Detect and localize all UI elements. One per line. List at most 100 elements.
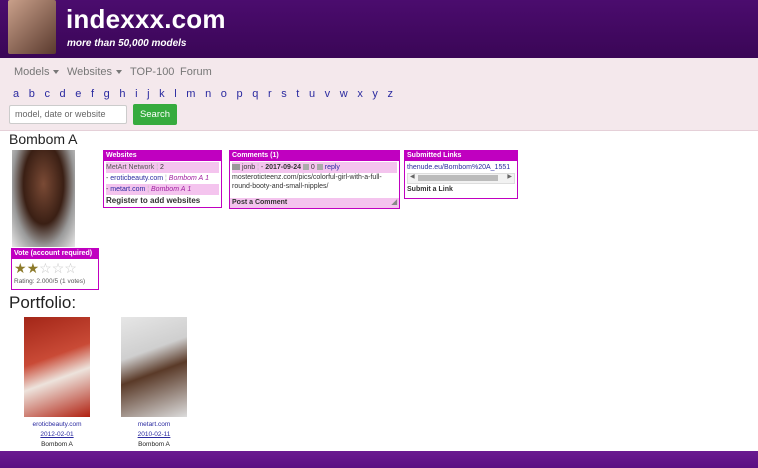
letter-link[interactable]: l bbox=[174, 88, 176, 100]
submit-link[interactable]: Submit a Link bbox=[407, 184, 515, 195]
nav-forum[interactable]: Forum bbox=[180, 66, 212, 78]
site-tagline: more than 50,000 models bbox=[67, 38, 187, 49]
register-link[interactable]: Register to add websites bbox=[106, 195, 219, 206]
portfolio-date[interactable]: 2010-02-11 bbox=[109, 431, 199, 438]
letter-link[interactable]: w bbox=[340, 88, 348, 100]
letter-link[interactable]: e bbox=[75, 88, 81, 100]
nav-websites-label: Websites bbox=[67, 66, 113, 78]
site-header: indexxx.com more than 50,000 models bbox=[0, 0, 758, 58]
scrollbar-thumb[interactable] bbox=[418, 175, 498, 181]
model-photo bbox=[12, 150, 75, 247]
scroll-left-icon[interactable]: ◀ bbox=[410, 172, 415, 183]
websites-box: Websites MetArt Network ¦ 2 - eroticbeau… bbox=[103, 150, 222, 208]
letter-link[interactable]: q bbox=[252, 88, 258, 100]
nav-models-label: Models bbox=[14, 66, 50, 78]
letter-link[interactable]: a bbox=[13, 88, 19, 100]
star-icon[interactable]: ☆ bbox=[64, 261, 77, 275]
star-icon[interactable]: ☆ bbox=[39, 261, 52, 275]
chevron-down-icon bbox=[53, 70, 60, 75]
letter-link[interactable]: s bbox=[281, 88, 287, 100]
star-icon[interactable]: ☆ bbox=[52, 261, 65, 275]
horizontal-scrollbar[interactable]: ◀ ▶ bbox=[407, 173, 515, 184]
website-entry: - metart.com ¦ Bombom A 1 bbox=[106, 184, 219, 195]
nav-websites[interactable]: Websites bbox=[67, 66, 123, 78]
websites-title: Websites bbox=[104, 151, 221, 161]
website-entry: - eroticbeauty.com ¦ Bombom A 1 bbox=[106, 175, 210, 182]
letter-link[interactable]: g bbox=[104, 88, 110, 100]
letter-link[interactable]: p bbox=[237, 88, 243, 100]
letter-link[interactable]: d bbox=[60, 88, 66, 100]
vote-box: Vote (account required) ★★☆☆☆ Rating: 2.… bbox=[11, 248, 99, 290]
submitted-links-box: Submitted Links thenude.eu/Bombom%20A_15… bbox=[404, 150, 518, 199]
footer-bar bbox=[0, 451, 758, 468]
links-title: Submitted Links bbox=[405, 151, 517, 161]
comment-date: 2017-09-24 bbox=[265, 164, 302, 171]
model-alias-link[interactable]: Bombom A bbox=[169, 175, 203, 182]
letter-link[interactable]: f bbox=[91, 88, 94, 100]
star-icon[interactable]: ★ bbox=[27, 261, 40, 275]
rating-text: Rating: 2.000/5 (1 votes) bbox=[14, 278, 86, 285]
website-link[interactable]: eroticbeauty.com bbox=[110, 175, 163, 182]
websites-body: MetArt Network ¦ 2 - eroticbeauty.com ¦ … bbox=[104, 161, 221, 207]
portfolio-thumbnail[interactable] bbox=[24, 317, 90, 417]
navbar: Models Websites TOP-100 Forum abcdefghij… bbox=[0, 58, 758, 131]
letter-link[interactable]: k bbox=[159, 88, 165, 100]
portfolio-title: Portfolio: bbox=[9, 293, 77, 312]
user-flag-icon bbox=[232, 164, 240, 171]
search-input[interactable]: model, date or website bbox=[9, 105, 127, 124]
links-body: thenude.eu/Bombom%20A_1551 ◀ ▶ Submit a … bbox=[405, 161, 517, 196]
star-rating: ★★☆☆☆ bbox=[12, 259, 98, 278]
portfolio-thumbnail[interactable] bbox=[121, 317, 187, 417]
letter-link[interactable]: r bbox=[268, 88, 272, 100]
letter-link[interactable]: b bbox=[29, 88, 35, 100]
comments-box: Comments (1) jonb ¦ - 2017-09-24 0 reply… bbox=[229, 150, 400, 209]
portfolio-model: Bombom A bbox=[138, 441, 170, 448]
letter-link[interactable]: u bbox=[309, 88, 315, 100]
vote-title: Vote (account required) bbox=[12, 249, 98, 259]
comment-user[interactable]: jonb bbox=[242, 164, 255, 171]
portfolio-model: Bombom A bbox=[41, 441, 73, 448]
comment-score: 0 bbox=[310, 164, 315, 171]
submitted-link[interactable]: thenude.eu/Bombom%20A_1551 bbox=[407, 162, 515, 173]
nav-models[interactable]: Models bbox=[14, 66, 60, 78]
letter-link[interactable]: h bbox=[119, 88, 125, 100]
reply-link[interactable]: reply bbox=[325, 164, 340, 171]
letter-link[interactable]: m bbox=[186, 88, 195, 100]
comment-entry: jonb ¦ - 2017-09-24 0 reply mosteroticte… bbox=[230, 161, 399, 192]
comment-meta: jonb ¦ - 2017-09-24 0 reply bbox=[232, 162, 397, 173]
alias-count: 1 bbox=[205, 175, 210, 182]
letter-link[interactable]: y bbox=[372, 88, 378, 100]
resize-handle-icon[interactable]: ◢ bbox=[392, 198, 397, 208]
model-name: Bombom A bbox=[9, 131, 78, 147]
alias-count: 1 bbox=[187, 186, 192, 193]
letter-link[interactable]: i bbox=[135, 88, 137, 100]
letter-link[interactable]: c bbox=[44, 88, 50, 100]
star-icon[interactable]: ★ bbox=[14, 261, 27, 275]
website-link[interactable]: metart.com bbox=[110, 186, 145, 193]
letter-link[interactable]: j bbox=[147, 88, 149, 100]
scroll-right-icon[interactable]: ▶ bbox=[507, 172, 512, 183]
portfolio-site[interactable]: metart.com bbox=[109, 421, 199, 428]
letter-link[interactable]: x bbox=[357, 88, 363, 100]
letter-link[interactable]: o bbox=[221, 88, 227, 100]
thumbs-up-icon[interactable] bbox=[316, 164, 323, 171]
portfolio-date[interactable]: 2012-02-01 bbox=[12, 431, 102, 438]
comments-title: Comments (1) bbox=[230, 151, 399, 161]
chevron-down-icon bbox=[116, 70, 123, 75]
post-comment-link[interactable]: Post a Comment ◢ bbox=[230, 198, 399, 208]
nav-top100[interactable]: TOP-100 bbox=[130, 66, 174, 78]
thumbs-down-icon[interactable] bbox=[302, 164, 309, 171]
letter-link[interactable]: n bbox=[205, 88, 211, 100]
letter-link[interactable]: v bbox=[325, 88, 331, 100]
network-count: 2 bbox=[159, 164, 164, 171]
search-button[interactable]: Search bbox=[133, 104, 177, 125]
letter-link[interactable]: t bbox=[296, 88, 299, 100]
letter-index: abcdefghijklmnopqrstuvwxyz bbox=[13, 88, 403, 100]
logo-photo[interactable] bbox=[8, 0, 56, 54]
letter-link[interactable]: z bbox=[388, 88, 394, 100]
portfolio-site[interactable]: eroticbeauty.com bbox=[12, 421, 102, 428]
comment-text: mosteroticteenz.com/pics/colorful-girl-w… bbox=[232, 174, 382, 190]
site-title[interactable]: indexxx.com bbox=[66, 4, 226, 35]
model-alias-link[interactable]: Bombom A bbox=[151, 186, 185, 193]
network-name[interactable]: MetArt Network bbox=[106, 164, 154, 171]
